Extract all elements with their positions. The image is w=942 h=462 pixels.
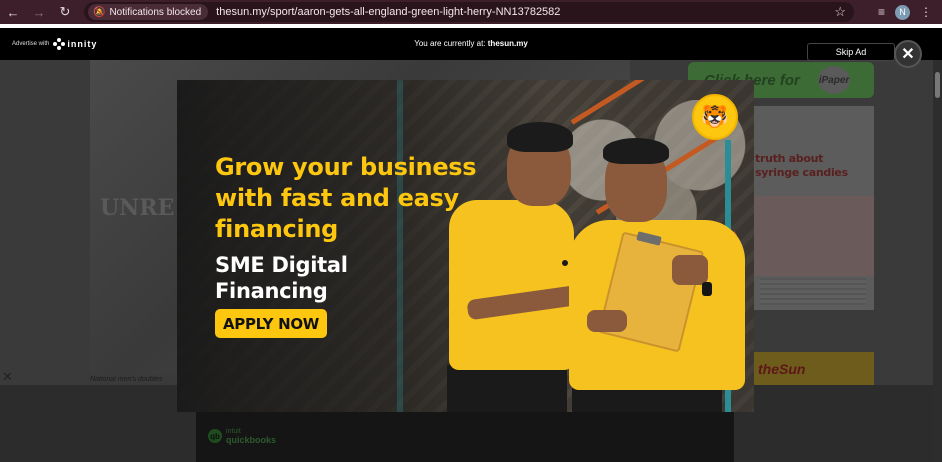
person-hand <box>587 310 627 332</box>
newspaper-photo <box>752 196 874 276</box>
close-ad-button[interactable]: ✕ <box>894 40 922 68</box>
dismiss-banner-icon[interactable]: ✕ <box>2 369 13 385</box>
arrow-right-icon: → <box>32 4 46 20</box>
shirt-logo <box>562 260 568 266</box>
url-text[interactable]: thesun.my/sport/aaron-gets-all-england-g… <box>216 6 560 18</box>
intuit-label: intuit <box>226 428 241 435</box>
quickbooks-icon: qb <box>208 429 222 443</box>
back-button[interactable]: ← <box>0 0 26 24</box>
quickbooks-logo: qb intuit quickbooks <box>208 428 277 445</box>
ad-subheadline-line: Financing <box>215 279 328 303</box>
close-icon: ✕ <box>901 46 915 63</box>
quickbooks-label: quickbooks <box>226 435 277 445</box>
currently-site: thesun.my <box>487 39 528 48</box>
ad-top-bar: Advertise with innity You are currently … <box>0 28 942 60</box>
ad-headline-line: with fast and easy <box>215 184 459 212</box>
thesun-promo[interactable]: theSun <box>752 352 874 385</box>
ad-headline-line: Grow your business <box>215 153 477 181</box>
ad-subheadline: SME Digital Financing <box>215 252 348 304</box>
bell-off-icon: 🔕 <box>93 6 106 18</box>
notifications-blocked-chip[interactable]: 🔕 Notifications blocked <box>88 4 209 20</box>
ad-headline-line: financing <box>215 215 339 243</box>
maybank-tiger-logo: 🐯 <box>692 94 738 140</box>
newspaper-cover[interactable]: truth about syringe candies <box>752 106 874 310</box>
address-bar[interactable]: 🔕 Notifications blocked thesun.my/sport/… <box>84 2 854 22</box>
currently-prefix: You are currently at: <box>414 39 486 48</box>
newspaper-headline-line: syringe candies <box>755 166 848 179</box>
ipaper-badge: iPaper <box>818 66 850 94</box>
thesun-logo: theSun <box>758 361 806 377</box>
ad-headline: Grow your business with fast and easy fi… <box>215 152 477 245</box>
forward-button[interactable]: → <box>26 0 52 24</box>
apply-now-button[interactable]: APPLY NOW <box>215 309 327 338</box>
article-image-logo: UNRE <box>100 195 175 221</box>
newspaper-headline: truth about syringe candies <box>755 152 848 180</box>
person-hair <box>507 122 573 152</box>
interstitial-ad[interactable]: 🐯 Grow your business with fast and easy … <box>177 80 754 412</box>
notifications-chip-label: Notifications blocked <box>109 6 202 18</box>
newspaper-columns <box>760 278 866 306</box>
browser-toolbar: ← → ↻ 🔕 Notifications blocked thesun.my/… <box>0 0 942 24</box>
page-scrollbar[interactable] <box>933 60 942 462</box>
reload-icon: ↻ <box>59 4 71 19</box>
quickbooks-ad[interactable]: qb intuit quickbooks <box>196 412 734 462</box>
current-site-notice: You are currently at: thesun.my <box>0 39 942 48</box>
skip-ad-button[interactable]: Skip Ad <box>807 43 895 61</box>
ad-subheadline-line: SME Digital <box>215 253 348 277</box>
wristwatch <box>702 282 712 296</box>
newspaper-headline-line: truth about <box>755 152 824 165</box>
reload-button[interactable]: ↻ <box>52 0 78 24</box>
arrow-left-icon: ← <box>6 4 20 20</box>
shelf-post <box>397 80 403 412</box>
profile-avatar[interactable]: N <box>895 4 910 20</box>
bookmark-star-icon[interactable]: ☆ <box>834 4 846 20</box>
person-hair <box>603 138 669 164</box>
menu-kebab-icon[interactable]: ⋮ <box>920 5 932 19</box>
person-pants <box>447 365 567 412</box>
media-controls-icon[interactable]: ≡ <box>878 5 885 19</box>
scroll-thumb[interactable] <box>935 72 940 98</box>
person-hand <box>672 255 708 285</box>
